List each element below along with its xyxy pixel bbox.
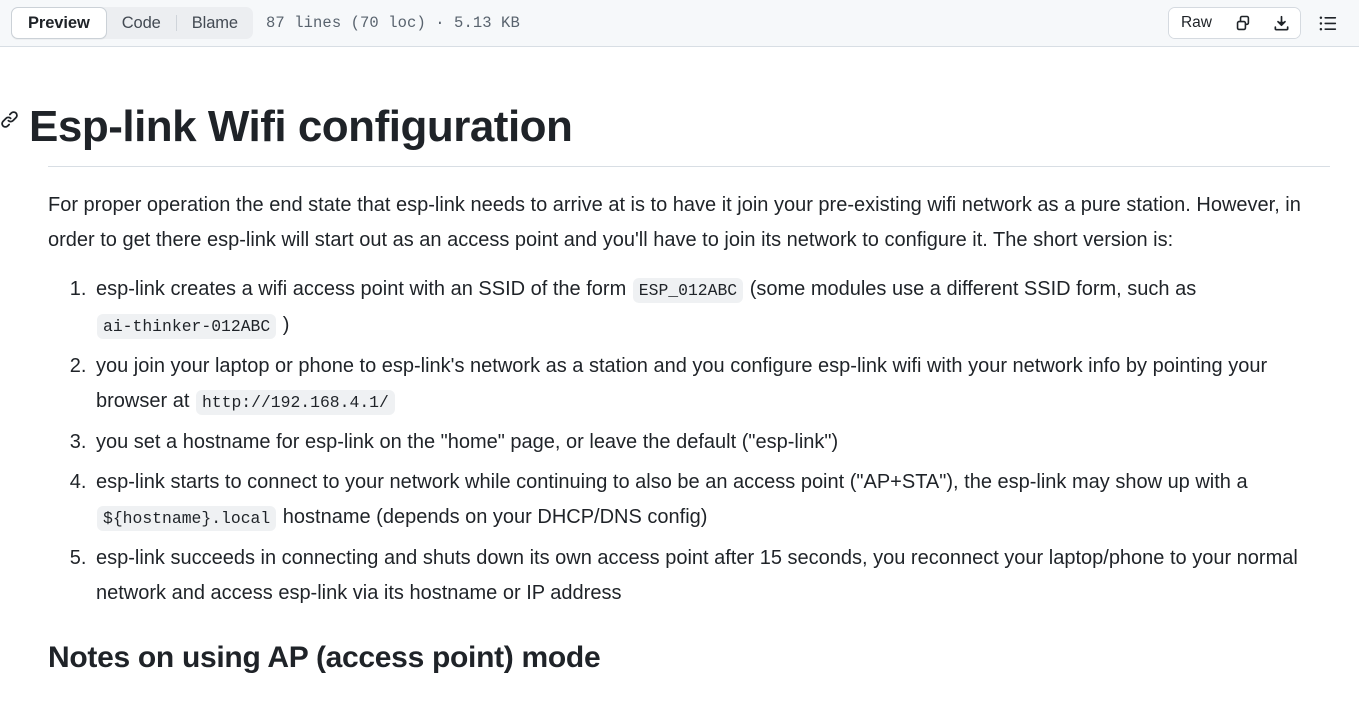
download-icon [1273, 15, 1290, 32]
intro-paragraph: For proper operation the end state that … [48, 193, 1301, 251]
tab-preview[interactable]: Preview [11, 7, 107, 39]
list-item-text: esp-link creates a wifi access point wit… [96, 277, 632, 300]
table-of-contents-button[interactable] [1311, 7, 1345, 39]
tab-code[interactable]: Code [107, 7, 176, 39]
list-item-text: hostname (depends on your DHCP/DNS confi… [277, 505, 708, 528]
markdown-body: Esp-link Wifi configuration For proper o… [0, 47, 1359, 676]
download-button[interactable] [1262, 8, 1300, 38]
list-item: you join your laptop or phone to esp-lin… [92, 349, 1330, 420]
section-heading-ap-mode: Notes on using AP (access point) mode [48, 640, 601, 674]
file-preview-page: Preview Code Blame 87 lines (70 loc) · 5… [0, 0, 1359, 725]
view-mode-segmented-control[interactable]: Preview Code Blame [11, 7, 254, 39]
inline-code: ESP_012ABC [632, 277, 744, 303]
list-item: esp-link creates a wifi access point wit… [92, 272, 1330, 344]
inline-code: http://192.168.4.1/ [195, 389, 395, 415]
list-item-text: esp-link starts to connect to your netwo… [96, 470, 1248, 493]
steps-list: esp-link creates a wifi access point wit… [48, 272, 1330, 611]
inline-code: ai-thinker-012ABC [97, 313, 277, 339]
title-divider [48, 165, 1330, 167]
copy-raw-button[interactable] [1224, 8, 1262, 38]
page-title-row: Esp-link Wifi configuration [0, 57, 1359, 166]
table-of-contents-icon [1319, 14, 1338, 33]
inline-code: ${hostname}.local [97, 505, 277, 531]
list-item-text: (some modules use a different SSID form,… [744, 277, 1197, 300]
raw-button[interactable]: Raw [1168, 8, 1224, 38]
list-item-text: ) [277, 313, 290, 336]
page-title: Esp-link Wifi configuration [29, 102, 573, 151]
list-item: esp-link starts to connect to your netwo… [92, 465, 1330, 536]
toolbar-actions: Raw [1167, 7, 1345, 39]
list-item-text: esp-link succeeds in connecting and shut… [96, 546, 1298, 604]
list-item: you set a hostname for esp-link on the "… [92, 425, 1330, 460]
tab-blame[interactable]: Blame [177, 7, 253, 39]
file-action-button-group: Raw [1167, 7, 1301, 39]
file-toolbar: Preview Code Blame 87 lines (70 loc) · 5… [0, 0, 1359, 47]
link-icon[interactable] [0, 109, 19, 129]
list-item: esp-link succeeds in connecting and shut… [92, 541, 1330, 611]
copy-icon [1235, 15, 1252, 32]
list-item-text: you set a hostname for esp-link on the "… [96, 430, 839, 453]
file-meta-text: 87 lines (70 loc) · 5.13 KB [266, 14, 520, 32]
